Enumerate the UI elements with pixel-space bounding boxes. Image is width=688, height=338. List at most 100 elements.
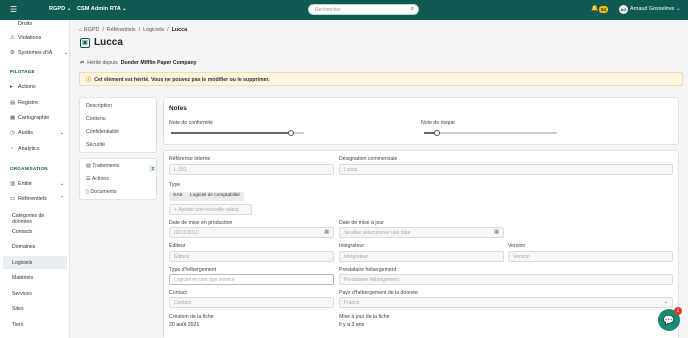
type-tag-compta[interactable]: Logiciel de comptabilité bbox=[186, 192, 244, 201]
breadcrumb-rgpd[interactable]: RGPD bbox=[84, 27, 100, 33]
home-icon: ⌂ bbox=[79, 27, 83, 33]
ref-label: Référence interne bbox=[169, 156, 211, 162]
maj-label: Date de mise à jour bbox=[339, 220, 384, 226]
risque-slider-handle[interactable] bbox=[434, 130, 441, 136]
bell-icon[interactable]: 🔔 bbox=[591, 5, 598, 12]
nav-documents[interactable]: ▯ Documents bbox=[86, 189, 117, 195]
nav-actions[interactable]: ☰ Actions bbox=[86, 176, 109, 182]
sidebar-item-analytics[interactable]: ◔ Analytics bbox=[10, 146, 40, 152]
sidebar-item-referentiels[interactable]: ▭ Référentiels ⌃ bbox=[10, 196, 64, 202]
breadcrumb: ⌂ RGPD / Référentiels / Logiciels / Lucc… bbox=[79, 27, 188, 33]
sidebar-subitem-services[interactable]: Services bbox=[3, 287, 67, 300]
ref-field[interactable]: L.001 bbox=[169, 164, 334, 175]
nav-description[interactable]: Description bbox=[86, 103, 112, 109]
presta-field[interactable]: Prestataire hébergement bbox=[339, 274, 673, 285]
details-card: Référence interne L.001 Désignation comm… bbox=[163, 150, 679, 338]
mep-date-field[interactable]: 02/11/2010 ▦ bbox=[169, 227, 334, 238]
app-logo-icon[interactable]: ☰ bbox=[10, 5, 24, 15]
conformite-label: Note de conformité bbox=[169, 120, 213, 126]
chart-icon: ◔ bbox=[10, 146, 14, 152]
traitements-count: 2 bbox=[149, 165, 156, 172]
warning-circle-icon: ⓘ bbox=[86, 77, 92, 83]
nav-securite[interactable]: Sécurité bbox=[86, 142, 105, 148]
notes-card: Notes Note de conformité Note de risque bbox=[163, 97, 679, 145]
page-title: Lucca bbox=[94, 37, 123, 48]
user-menu[interactable]: Arnaud Gosselove ⌄ bbox=[630, 6, 680, 12]
chat-icon: 💬 bbox=[663, 315, 675, 325]
sidebar-item-registre[interactable]: ▤ Registre bbox=[10, 100, 38, 106]
sidebar-subitem-categories[interactable]: Catégories de données bbox=[3, 209, 67, 225]
sidebar-subitem-tiers[interactable]: Tiers bbox=[3, 318, 67, 331]
pays-label: Pays d'hébergement de la donnée bbox=[339, 290, 418, 296]
search-icon: ⌕ bbox=[410, 6, 414, 12]
plus-icon: + bbox=[174, 207, 177, 213]
map-icon: ▦ bbox=[10, 115, 16, 121]
editeur-label: Éditeur bbox=[169, 243, 186, 249]
chevron-down-icon: ⌄ bbox=[663, 299, 668, 305]
breadcrumb-logiciels[interactable]: Logiciels bbox=[143, 27, 164, 33]
notification-badge: 54 bbox=[599, 6, 609, 13]
add-type-input[interactable]: + Ajouter une nouvelle valeur bbox=[169, 204, 252, 215]
sidebar-subitem-domaines[interactable]: Domaines bbox=[3, 240, 67, 253]
notes-title: Notes bbox=[169, 105, 187, 112]
nav-rgpd[interactable]: RGPD ⌄ bbox=[49, 6, 71, 12]
miseajour-value: Il y a 3 ans bbox=[339, 322, 365, 328]
pays-select[interactable]: France ⌄ bbox=[339, 297, 673, 308]
actions-icon: ▸ bbox=[10, 84, 13, 90]
building-icon: ▥ bbox=[10, 181, 16, 187]
sidebar-item-ia[interactable]: ⚙ Systèmes d'IA ⌄ bbox=[10, 50, 68, 56]
related-nav-card: ▤ Traitements 2 ☰ Actions ▯ Documents bbox=[79, 158, 157, 200]
designation-label: Désignation commerciale bbox=[339, 156, 398, 162]
conformite-slider-fill bbox=[171, 132, 291, 134]
nav-confidentialite[interactable]: Confidentialité bbox=[86, 129, 119, 135]
risque-slider[interactable] bbox=[424, 130, 557, 136]
breadcrumb-referentiels[interactable]: Référentiels bbox=[107, 27, 136, 33]
nav-contenu[interactable]: Contenu bbox=[86, 116, 106, 122]
nav-csm-admin[interactable]: CSM Admin RTA ⌄ bbox=[77, 6, 127, 12]
sidebar-subitem-materiels[interactable]: Matériels bbox=[3, 271, 67, 284]
sidebar-item-actions[interactable]: ▸ Actions bbox=[10, 84, 36, 90]
top-bar: ☰ RGPD ⌄ CSM Admin RTA ⌄ Rechercher ⌕ 🔔 … bbox=[0, 0, 688, 20]
conformite-slider-handle[interactable] bbox=[287, 130, 294, 136]
sidebar-subitem-contacts[interactable]: Contacts bbox=[3, 225, 67, 238]
inherit-info: ⇄ Hérité depuis Dunder Mifflin Paper Com… bbox=[80, 60, 197, 66]
gear-icon: ⚙ bbox=[10, 50, 15, 56]
maj-date-field[interactable]: Veuillez sélectionner une date ▦ bbox=[339, 227, 504, 238]
warning-icon: ⚠ bbox=[10, 35, 15, 41]
designation-field[interactable]: Lucca bbox=[339, 164, 673, 175]
contact-field[interactable]: Contact bbox=[169, 297, 334, 308]
document-icon: ▯ bbox=[86, 189, 89, 195]
sidebar-subitem-sites[interactable]: Sites bbox=[3, 302, 67, 315]
chat-button[interactable]: 💬 1 bbox=[658, 307, 682, 331]
version-label: Version bbox=[508, 243, 526, 249]
sidebar-item-violations[interactable]: ⚠ Violations bbox=[10, 35, 41, 41]
sidebar-section-organisation: ORGANISATION bbox=[10, 166, 48, 171]
hebergement-select[interactable]: Logiciel en tant que service bbox=[169, 274, 334, 285]
calendar-icon: ▦ bbox=[324, 229, 329, 235]
breadcrumb-current: Lucca bbox=[171, 27, 188, 33]
nav-traitements[interactable]: ▤ Traitements 2 bbox=[86, 163, 156, 172]
mep-label: Date de mise en production bbox=[169, 220, 233, 226]
sidebar: Droits ⚠ Violations ⚙ Systèmes d'IA ⌄ PILOT… bbox=[0, 20, 70, 338]
sidebar-item-audits[interactable]: ◷ Audits ⌄ bbox=[10, 130, 64, 136]
sidebar-item-cartographie[interactable]: ▦ Cartographie bbox=[10, 115, 49, 121]
avatar[interactable]: AG bbox=[619, 5, 628, 14]
version-field[interactable]: Version bbox=[508, 251, 673, 262]
sidebar-subitem-logiciels[interactable]: Logiciels bbox=[3, 256, 67, 269]
calendar-icon: ▦ bbox=[494, 229, 499, 235]
type-tag-sas[interactable]: SAS bbox=[169, 192, 187, 201]
inherit-alert: ⓘ Cet élément est hérité. Vous ne pouvez … bbox=[79, 72, 683, 86]
miseajour-label: Mise à jour de la fiche bbox=[339, 314, 390, 320]
search-input[interactable]: Rechercher ⌕ bbox=[308, 4, 419, 15]
sidebar-item-droits[interactable]: Droits bbox=[10, 21, 32, 27]
editeur-field[interactable]: Éditeur bbox=[169, 251, 334, 262]
list-icon: ▤ bbox=[86, 163, 91, 169]
sidebar-item-entite[interactable]: ▥ Entité ⌄ bbox=[10, 181, 64, 187]
integrateur-field[interactable]: Intégrateur bbox=[339, 251, 504, 262]
audit-icon: ◷ bbox=[10, 130, 15, 136]
presta-label: Prestataire hébergement bbox=[339, 267, 397, 273]
actions-icon: ☰ bbox=[86, 176, 91, 182]
folder-icon: ▭ bbox=[10, 196, 16, 202]
conformite-slider[interactable] bbox=[171, 130, 304, 136]
creation-label: Création de la fiche bbox=[169, 314, 214, 320]
